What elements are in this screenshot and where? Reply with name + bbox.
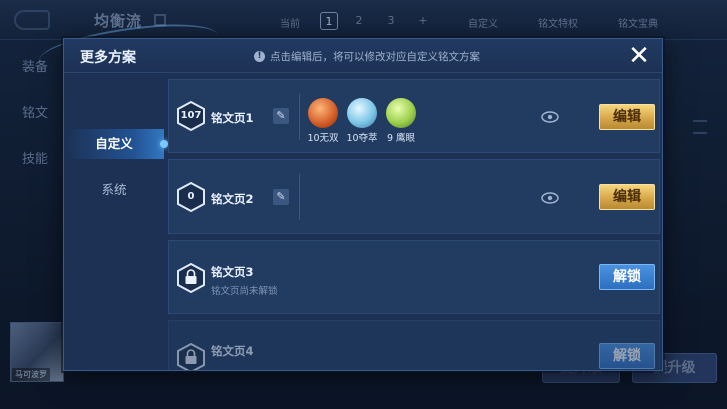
scheme-list[interactable]: 107 铭文页1 ✎ 10无双 10夺萃 9 鹰眼 编辑 0 铭文页2 ✎ 编辑… bbox=[168, 79, 660, 370]
unlock-button[interactable]: 解锁 bbox=[599, 343, 655, 369]
scheme-name: 铭文页1 bbox=[211, 111, 254, 125]
divider bbox=[299, 94, 300, 140]
page-tab-2: 2 bbox=[355, 14, 363, 27]
preview-eye-icon[interactable] bbox=[541, 192, 559, 204]
rune-level: 107 bbox=[180, 110, 202, 121]
skill-tab: 技能 bbox=[22, 152, 49, 167]
scheme-row-3[interactable]: 铭文页3 铭文页尚未解锁 解锁 bbox=[168, 240, 660, 314]
rune-level: 0 bbox=[187, 191, 195, 202]
hero-name: 马可波罗 bbox=[12, 368, 50, 381]
rename-pen-icon[interactable]: ✎ bbox=[273, 108, 289, 124]
page-tab-add: + bbox=[418, 14, 428, 27]
scheme-row-4[interactable]: 铭文页4 解锁 bbox=[168, 320, 660, 370]
page-tab-3: 3 bbox=[387, 14, 395, 27]
rune-slot-1: 10无双 bbox=[306, 98, 340, 144]
scheme-name: 铭文页2 bbox=[211, 192, 254, 206]
info-icon: ! bbox=[254, 51, 265, 62]
modal-header: 更多方案 ! 点击编辑后，将可以修改对应自定义铭文方案 ✕ bbox=[64, 39, 662, 73]
page-tab-1: 1 bbox=[320, 12, 338, 30]
preview-eye-icon[interactable] bbox=[541, 111, 559, 123]
lock-hex-icon bbox=[177, 263, 205, 293]
rune-label: 9 鹰眼 bbox=[386, 133, 416, 144]
tab-custom[interactable]: 自定义 bbox=[64, 129, 168, 159]
info-hint: ! 点击编辑后，将可以修改对应自定义铭文方案 bbox=[254, 49, 480, 64]
rune-treasure-label: 铭文宝典 bbox=[618, 19, 658, 30]
rune-slot-2: 10夺萃 bbox=[345, 98, 379, 144]
edit-button[interactable]: 编辑 bbox=[599, 184, 655, 210]
info-text: 点击编辑后，将可以修改对应自定义铭文方案 bbox=[270, 51, 480, 63]
blue-rune-icon bbox=[347, 98, 377, 128]
level-hex-icon: 107 bbox=[177, 101, 205, 131]
unlock-button[interactable]: 解锁 bbox=[599, 264, 655, 290]
back-icon bbox=[14, 10, 50, 30]
divider bbox=[299, 174, 300, 220]
more-schemes-modal: 更多方案 ! 点击编辑后，将可以修改对应自定义铭文方案 ✕ 自定义 系统 107… bbox=[63, 38, 663, 371]
level-hex-icon: 0 bbox=[177, 182, 205, 212]
active-dot-icon bbox=[160, 140, 168, 148]
scheme-row-2[interactable]: 0 铭文页2 ✎ 编辑 bbox=[168, 159, 660, 234]
rune-privilege-label: 铭文特权 bbox=[538, 19, 578, 30]
modal-sidebar: 自定义 系统 bbox=[64, 73, 168, 370]
scheme-name: 铭文页4 bbox=[211, 344, 254, 358]
lock-hex-icon bbox=[177, 343, 205, 370]
green-rune-icon bbox=[386, 98, 416, 128]
scheme-name: 铭文页3 bbox=[211, 265, 254, 279]
rename-pen-icon[interactable]: ✎ bbox=[273, 189, 289, 205]
tab-system[interactable]: 系统 bbox=[64, 175, 164, 205]
current-label: 当前 bbox=[280, 19, 300, 30]
red-rune-icon bbox=[308, 98, 338, 128]
rune-label: 10夺萃 bbox=[346, 133, 378, 144]
custom-label: 自定义 bbox=[468, 19, 498, 30]
modal-title: 更多方案 bbox=[80, 50, 136, 66]
locked-hint: 铭文页尚未解锁 bbox=[211, 286, 278, 297]
list-icon bbox=[693, 120, 707, 134]
tab-system-label: 系统 bbox=[101, 182, 127, 197]
rune-label: 10无双 bbox=[307, 133, 339, 144]
edit-button[interactable]: 编辑 bbox=[599, 104, 655, 130]
rune-tab: 铭文 bbox=[22, 106, 49, 121]
rune-slot-3: 9 鹰眼 bbox=[384, 98, 418, 144]
scheme-row-1[interactable]: 107 铭文页1 ✎ 10无双 10夺萃 9 鹰眼 编辑 bbox=[168, 79, 660, 153]
tab-custom-label: 自定义 bbox=[95, 136, 133, 151]
close-button[interactable]: ✕ bbox=[626, 43, 652, 69]
